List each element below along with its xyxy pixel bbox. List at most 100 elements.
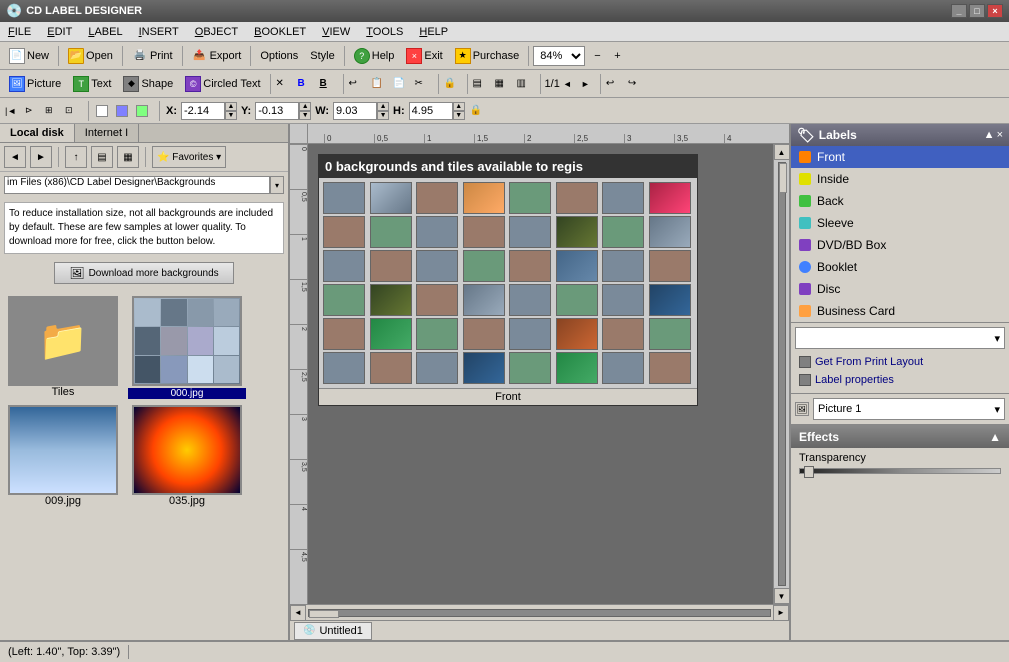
scroll-left-button[interactable]: ◄ bbox=[290, 605, 306, 621]
menu-tools[interactable]: TOOLS bbox=[362, 24, 407, 40]
grid-button[interactable]: ⊞ bbox=[44, 102, 62, 120]
scroll-v-track[interactable] bbox=[778, 162, 786, 586]
scroll-down-button[interactable]: ▼ bbox=[774, 588, 790, 604]
transparency-slider[interactable] bbox=[799, 468, 1001, 474]
options-button[interactable]: Options bbox=[255, 45, 303, 67]
layout-dropdown[interactable]: ▾ bbox=[795, 327, 1005, 349]
path-dropdown-button[interactable]: ▾ bbox=[270, 176, 284, 194]
scroll-v-thumb[interactable] bbox=[779, 163, 787, 193]
minimize-button[interactable]: _ bbox=[951, 4, 967, 18]
get-from-print-link[interactable]: Get From Print Layout bbox=[795, 353, 1005, 371]
toolbar2-btn2[interactable]: B bbox=[297, 73, 317, 95]
nav-forward-button[interactable]: ► bbox=[30, 146, 52, 168]
undo-button[interactable]: ↩ bbox=[605, 73, 625, 95]
label-item-back[interactable]: Back bbox=[791, 190, 1009, 212]
tab-internet[interactable]: Internet I bbox=[75, 124, 139, 142]
zoom-out-button[interactable]: − bbox=[591, 45, 609, 67]
menu-help[interactable]: HELP bbox=[415, 24, 452, 40]
maximize-button[interactable]: □ bbox=[969, 4, 985, 18]
canvas-tab-untitled[interactable]: 💿 Untitled1 bbox=[294, 622, 372, 640]
effects-toggle[interactable]: ▲ bbox=[989, 430, 1001, 444]
menu-label[interactable]: LABEL bbox=[84, 24, 126, 40]
menu-file[interactable]: FILE bbox=[4, 24, 35, 40]
label-item-sleeve[interactable]: Sleeve bbox=[791, 212, 1009, 234]
shape-button[interactable]: ◆ Shape bbox=[118, 73, 178, 95]
toolbar2-btn11[interactable]: ▥ bbox=[516, 73, 536, 95]
w-spin-up[interactable]: ▲ bbox=[377, 102, 389, 111]
label-item-inside[interactable]: Inside bbox=[791, 168, 1009, 190]
label-item-dvd[interactable]: DVD/BD Box bbox=[791, 234, 1009, 256]
toolbar2-btn7[interactable]: ✂ bbox=[414, 73, 434, 95]
y-input[interactable]: -0.13 bbox=[255, 102, 299, 120]
align-left-button[interactable]: |◄ bbox=[4, 102, 22, 120]
download-more-button[interactable]: 🖼 Download more backgrounds bbox=[54, 262, 234, 284]
picture-button[interactable]: 🖼 Picture bbox=[4, 73, 66, 95]
open-button[interactable]: 📂 Open bbox=[63, 45, 118, 67]
path-input[interactable]: im Files (x86)\CD Label Designer\Backgro… bbox=[4, 176, 270, 194]
toolbar2-btn4[interactable]: ↩ bbox=[348, 73, 368, 95]
favorites-button[interactable]: ⭐ Favorites ▾ bbox=[152, 146, 226, 168]
x-spin-up[interactable]: ▲ bbox=[225, 102, 237, 111]
list-item[interactable]: 035.jpg bbox=[128, 405, 246, 507]
export-button[interactable]: 📤 Export bbox=[187, 45, 247, 67]
prev-page-button[interactable]: ◄ bbox=[562, 73, 578, 95]
toolbar2-btn8[interactable]: 🔒 bbox=[443, 73, 463, 95]
lock-aspect-button[interactable]: 🔒 bbox=[469, 102, 487, 120]
h-spin-down[interactable]: ▼ bbox=[453, 111, 465, 120]
transparency-slider-thumb[interactable] bbox=[804, 466, 814, 478]
view-toggle-button[interactable]: ▤ bbox=[91, 146, 113, 168]
list-item[interactable]: 000.jpg bbox=[128, 296, 246, 399]
nav-up-button[interactable]: ↑ bbox=[65, 146, 87, 168]
exit-button[interactable]: × Exit bbox=[401, 45, 447, 67]
label-item-business[interactable]: Business Card bbox=[791, 300, 1009, 322]
style-button[interactable]: Style bbox=[305, 45, 339, 67]
tab-local-disk[interactable]: Local disk bbox=[0, 124, 75, 142]
color-btn1[interactable] bbox=[95, 102, 113, 120]
nav-back-button[interactable]: ◄ bbox=[4, 146, 26, 168]
menu-view[interactable]: VIEW bbox=[318, 24, 354, 40]
y-spin-down[interactable]: ▼ bbox=[299, 111, 311, 120]
panel-close-button[interactable]: × bbox=[997, 129, 1003, 141]
x-spin-down[interactable]: ▼ bbox=[225, 111, 237, 120]
menu-edit[interactable]: EDIT bbox=[43, 24, 76, 40]
color-btn2[interactable] bbox=[115, 102, 133, 120]
label-properties-link[interactable]: Label properties bbox=[795, 371, 1005, 389]
toolbar2-btn5[interactable]: 📋 bbox=[370, 73, 390, 95]
list-item[interactable]: 009.jpg bbox=[4, 405, 122, 507]
view-list-button[interactable]: ▦ bbox=[117, 146, 139, 168]
toolbar2-btn3[interactable]: B bbox=[319, 73, 339, 95]
x-input[interactable]: -2.14 bbox=[181, 102, 225, 120]
align-center-button[interactable]: ⊳ bbox=[24, 102, 42, 120]
purchase-button[interactable]: ★ Purchase bbox=[450, 45, 524, 67]
circled-text-button[interactable]: © Circled Text bbox=[180, 73, 265, 95]
h-spin-up[interactable]: ▲ bbox=[453, 102, 465, 111]
h-input[interactable]: 4.95 bbox=[409, 102, 453, 120]
panel-scroll-up[interactable]: ▲ bbox=[984, 129, 995, 141]
color-btn3[interactable] bbox=[135, 102, 153, 120]
toolbar2-btn1[interactable]: ✕ bbox=[275, 73, 295, 95]
help-button[interactable]: ? Help bbox=[349, 45, 400, 67]
canvas-viewport[interactable]: 0 backgrounds and tiles available to reg… bbox=[308, 144, 773, 604]
menu-booklet[interactable]: BOOKLET bbox=[250, 24, 310, 40]
print-button[interactable]: 🖨️ Print bbox=[127, 45, 178, 67]
y-spin-up[interactable]: ▲ bbox=[299, 102, 311, 111]
next-page-button[interactable]: ► bbox=[580, 73, 596, 95]
vertical-scrollbar[interactable]: ▲ ▼ bbox=[773, 144, 789, 604]
zoom-in-button[interactable]: + bbox=[611, 45, 629, 67]
close-button[interactable]: × bbox=[987, 4, 1003, 18]
toolbar2-btn10[interactable]: ▦ bbox=[494, 73, 514, 95]
label-item-front[interactable]: Front bbox=[791, 146, 1009, 168]
picture-dropdown[interactable]: Picture 1 ▾ bbox=[813, 398, 1005, 420]
toolbar2-btn6[interactable]: 📄 bbox=[392, 73, 412, 95]
w-input[interactable]: 9.03 bbox=[333, 102, 377, 120]
zoom-select[interactable]: 84% 100% 50% bbox=[533, 46, 585, 66]
scroll-up-button[interactable]: ▲ bbox=[774, 144, 790, 160]
label-item-disc[interactable]: Disc bbox=[791, 278, 1009, 300]
new-button[interactable]: 📄 New bbox=[4, 45, 54, 67]
toolbar2-btn9[interactable]: ▤ bbox=[472, 73, 492, 95]
grid2-button[interactable]: ⊡ bbox=[64, 102, 82, 120]
menu-object[interactable]: OBJECT bbox=[191, 24, 242, 40]
scroll-h-thumb[interactable] bbox=[309, 610, 339, 618]
redo-button[interactable]: ↪ bbox=[627, 73, 647, 95]
list-item[interactable]: 📁 Tiles bbox=[4, 296, 122, 399]
